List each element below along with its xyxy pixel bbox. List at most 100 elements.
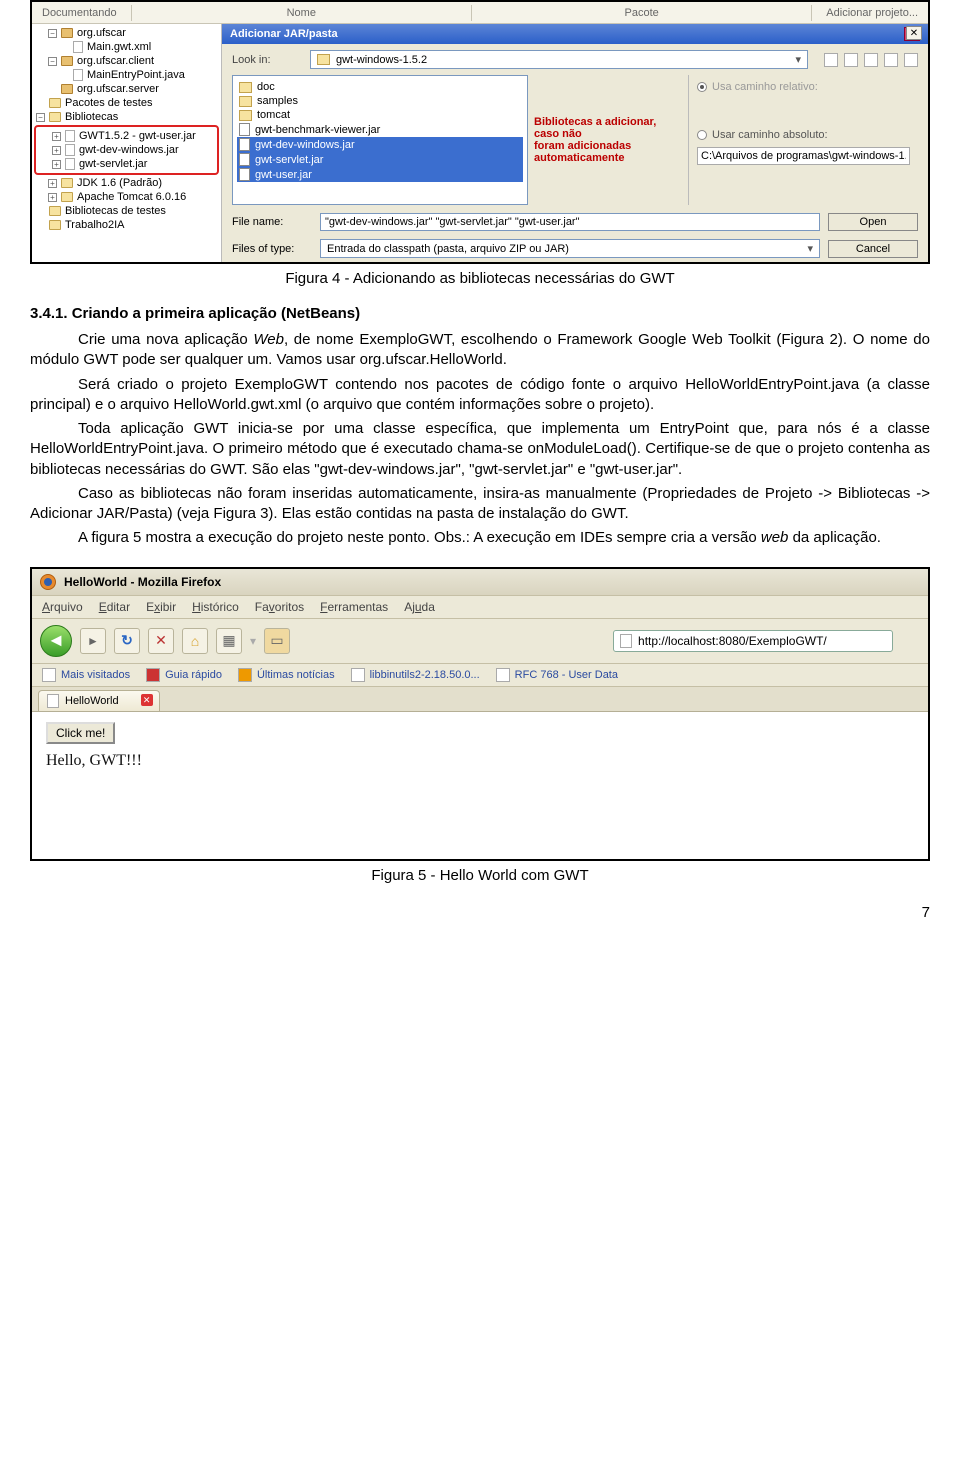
tree-node[interactable]: Apache Tomcat 6.0.16	[77, 191, 186, 203]
url-bar[interactable]: http://localhost:8080/ExemploGWT/	[613, 630, 893, 652]
filename-input[interactable]	[320, 213, 820, 231]
toolbar-adicionar-projeto[interactable]: Adicionar projeto...	[816, 5, 928, 21]
tree-node[interactable]: MainEntryPoint.java	[87, 69, 185, 81]
list-view-icon[interactable]	[884, 53, 898, 67]
menu-ajuda[interactable]: Ajuda	[404, 600, 435, 614]
tree-node[interactable]: Main.gwt.xml	[87, 41, 151, 53]
paragraph: Crie uma nova aplicação Web, de nome Exe…	[30, 330, 930, 371]
bookmark-item[interactable]: libbinutils2-2.18.50.0...	[351, 668, 480, 682]
filetype-combo[interactable]: Entrada do classpath (pasta, arquivo ZIP…	[320, 239, 820, 258]
tree-node[interactable]: org.ufscar.server	[77, 83, 159, 95]
page-content: Click me! Hello, GWT!!!	[32, 712, 928, 859]
figure-5-wrapper: HelloWorld - Mozilla Firefox Arquivo Edi…	[30, 567, 930, 861]
tab-label: HelloWorld	[65, 695, 119, 707]
home-button[interactable]: ⌂	[182, 628, 208, 654]
toolbar-icon[interactable]: ▦	[216, 628, 242, 654]
folder-icon	[317, 54, 330, 65]
menu-ferramentas[interactable]: Ferramentas	[320, 600, 388, 614]
tree-node[interactable]: Trabalho2IA	[65, 219, 125, 231]
toolbar-icon[interactable]: ▭	[264, 628, 290, 654]
paragraph: Toda aplicação GWT inicia-se por uma cla…	[30, 419, 930, 480]
menu-arquivo[interactable]: Arquivo	[42, 600, 83, 614]
lookin-combo[interactable]: gwt-windows-1.5.2 ▾	[310, 50, 808, 69]
tree-node[interactable]: gwt-servlet.jar	[79, 158, 147, 170]
bookmark-item[interactable]: Guia rápido	[146, 668, 222, 682]
tree-node[interactable]: org.ufscar.client	[77, 55, 154, 67]
figure-4-caption: Figura 4 - Adicionando as bibliotecas ne…	[30, 270, 930, 287]
reload-button[interactable]: ↻	[114, 628, 140, 654]
file-item[interactable]: samples	[257, 95, 298, 107]
jar-icon	[239, 138, 250, 151]
file-item[interactable]: gwt-servlet.jar	[255, 154, 323, 166]
tab-bar[interactable]: HelloWorld ✕	[32, 687, 928, 712]
bookmark-item[interactable]: RFC 768 - User Data	[496, 668, 618, 682]
firefox-titlebar[interactable]: HelloWorld - Mozilla Firefox	[32, 569, 928, 596]
radio-absolute-path[interactable]: Usar caminho absoluto:	[697, 129, 910, 141]
tree-node[interactable]: Pacotes de testes	[65, 97, 152, 109]
menu-historico[interactable]: Histórico	[192, 600, 239, 614]
page-icon	[47, 694, 59, 708]
tree-node[interactable]: org.ufscar	[77, 27, 126, 39]
bookmark-item[interactable]: Mais visitados	[42, 668, 130, 682]
stop-button[interactable]: ✕	[148, 628, 174, 654]
menu-favoritos[interactable]: Favoritos	[255, 600, 304, 614]
tab-helloworld[interactable]: HelloWorld ✕	[38, 690, 160, 711]
file-item[interactable]: gwt-dev-windows.jar	[255, 139, 355, 151]
filename-label: File name:	[232, 216, 312, 228]
dropdown-arrow-icon[interactable]: ▾	[795, 53, 801, 66]
panel-close-icon[interactable]: ✕	[906, 26, 922, 40]
dialog-annotation: Bibliotecas a adicionar, caso nãoforam a…	[528, 75, 688, 205]
firefox-menubar[interactable]: Arquivo Editar Exibir Histórico Favorito…	[32, 596, 928, 619]
dialog-titlebar[interactable]: Adicionar JAR/pasta ✕	[222, 24, 928, 44]
jar-icon	[239, 153, 250, 166]
folder-icon	[49, 220, 61, 230]
paragraph: A figura 5 mostra a execução do projeto …	[30, 528, 930, 548]
project-tree[interactable]: −org.ufscar Main.gwt.xml −org.ufscar.cli…	[32, 24, 222, 262]
tree-node[interactable]: GWT1.5.2 - gwt-user.jar	[79, 130, 196, 142]
forward-button[interactable]: ►	[80, 628, 106, 654]
filetype-label: Files of type:	[232, 243, 312, 255]
bookmark-item[interactable]: Últimas notícias	[238, 668, 335, 682]
netbeans-toolbar: Documentando Nome Pacote Adicionar proje…	[32, 2, 928, 24]
absolute-path-input[interactable]	[697, 147, 910, 165]
tree-node[interactable]: JDK 1.6 (Padrão)	[77, 177, 162, 189]
dialog-right-panel: Usa caminho relativo: Usar caminho absol…	[688, 75, 918, 205]
home-icon[interactable]	[844, 53, 858, 67]
toolbar-documentando[interactable]: Documentando	[32, 5, 127, 21]
back-button[interactable]: ◄	[40, 625, 72, 657]
radio-icon	[697, 82, 707, 92]
package-icon	[61, 56, 73, 66]
clickme-button[interactable]: Click me!	[46, 722, 115, 744]
lookin-value: gwt-windows-1.5.2	[336, 54, 427, 66]
dropdown-arrow-icon[interactable]: ▾	[807, 242, 813, 255]
details-view-icon[interactable]	[904, 53, 918, 67]
jar-icon	[65, 158, 75, 170]
bookmark-bar[interactable]: Mais visitados Guia rápido Últimas notíc…	[32, 664, 928, 687]
netbeans-window: ✕ Documentando Nome Pacote Adicionar pro…	[32, 2, 928, 262]
folder-icon	[61, 178, 73, 188]
radio-icon	[697, 130, 707, 140]
firefox-window: HelloWorld - Mozilla Firefox Arquivo Edi…	[32, 569, 928, 859]
file-item[interactable]: tomcat	[257, 109, 290, 121]
menu-editar[interactable]: Editar	[99, 600, 130, 614]
radio-relative-path[interactable]: Usa caminho relativo:	[697, 81, 910, 93]
folder-icon	[239, 110, 252, 121]
cancel-button[interactable]: Cancel	[828, 240, 918, 258]
firefox-title: HelloWorld - Mozilla Firefox	[64, 575, 221, 589]
new-folder-icon[interactable]	[864, 53, 878, 67]
open-button[interactable]: Open	[828, 213, 918, 231]
tree-node[interactable]: Bibliotecas	[65, 111, 118, 123]
up-folder-icon[interactable]	[824, 53, 838, 67]
tree-node[interactable]: gwt-dev-windows.jar	[79, 144, 179, 156]
file-list[interactable]: doc samples tomcat gwt-benchmark-viewer.…	[232, 75, 528, 205]
file-item[interactable]: gwt-benchmark-viewer.jar	[255, 124, 380, 136]
tab-close-icon[interactable]: ✕	[141, 694, 153, 706]
bookmark-icon	[238, 668, 252, 682]
jar-icon	[65, 130, 75, 142]
tree-node[interactable]: Bibliotecas de testes	[65, 205, 166, 217]
folder-icon	[239, 82, 252, 93]
menu-exibir[interactable]: Exibir	[146, 600, 176, 614]
file-icon	[73, 69, 83, 81]
file-item[interactable]: doc	[257, 81, 275, 93]
file-item[interactable]: gwt-user.jar	[255, 169, 312, 181]
